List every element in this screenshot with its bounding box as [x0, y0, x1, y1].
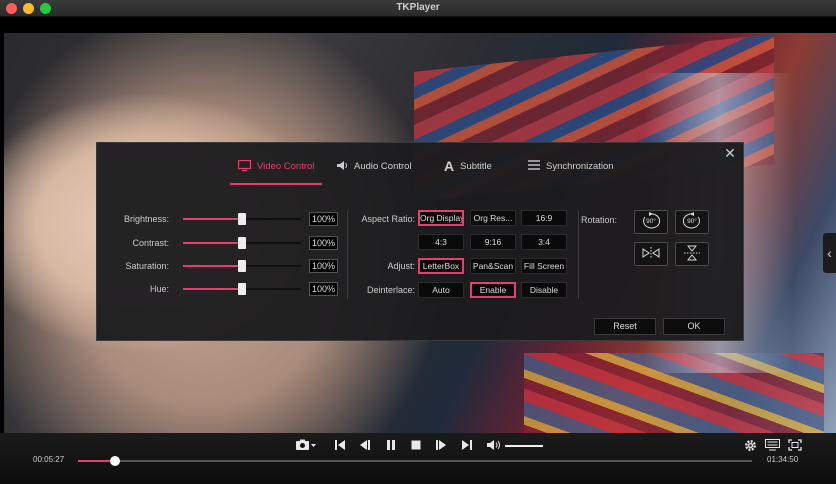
tab-label: Subtitle: [460, 161, 492, 172]
letterbox-band: [0, 17, 836, 33]
playlist-button[interactable]: [764, 439, 780, 453]
contrast-row: Contrast: 100%: [97, 236, 347, 250]
total-time: 01:34:50: [767, 455, 799, 464]
tab-audio-control[interactable]: Audio Control: [337, 161, 412, 185]
seek-bar[interactable]: [78, 456, 752, 466]
slider-fill: [183, 288, 242, 290]
step-forward-icon: [436, 440, 446, 450]
aspect-ratio-label: Aspect Ratio:: [361, 214, 415, 224]
skip-previous-icon: [335, 440, 345, 450]
brightness-label: Brightness:: [123, 214, 169, 224]
tab-synchronization[interactable]: Synchronization: [528, 160, 614, 185]
deinterlace-enable-button[interactable]: Enable: [470, 282, 516, 298]
stop-icon: [411, 440, 421, 450]
flip-vertical-icon: [684, 245, 700, 261]
settings-tabs: Video Control Audio Control A Subtitle S…: [97, 143, 743, 185]
slider-fill: [183, 242, 242, 244]
step-back-icon: [360, 440, 370, 450]
current-time: 00:05:27: [33, 455, 65, 464]
fullscreen-icon: [788, 439, 802, 451]
brightness-slider[interactable]: [183, 213, 301, 225]
camera-icon: [296, 439, 316, 450]
rotate-left-degrees: 90°: [646, 218, 656, 225]
gear-icon: [744, 440, 756, 451]
flip-horizontal-icon: [642, 247, 660, 260]
slider-handle[interactable]: [238, 260, 246, 272]
brightness-row: Brightness: 100%: [97, 212, 347, 226]
aspect-4-3-button[interactable]: 4:3: [418, 234, 464, 250]
volume-slider[interactable]: [505, 445, 543, 447]
aspect-9-16-button[interactable]: 9:16: [470, 234, 516, 250]
adjust-letterbox-button[interactable]: LetterBox: [418, 258, 464, 274]
tab-label: Video Control: [257, 161, 315, 172]
speaker-icon: [337, 160, 348, 173]
saturation-row: Saturation: 100%: [97, 259, 347, 273]
tab-label: Audio Control: [354, 161, 412, 172]
aspect-16-9-button[interactable]: 16:9: [521, 210, 567, 226]
screenshot-button[interactable]: [294, 439, 318, 453]
rotate-left-button[interactable]: 90°: [634, 210, 668, 234]
stop-button[interactable]: [409, 439, 423, 453]
aspect-org-display-button[interactable]: Org Display: [418, 210, 464, 226]
tab-label: Synchronization: [546, 161, 614, 172]
hue-row: Hue: 100%: [97, 282, 347, 296]
list-icon: [528, 160, 540, 172]
hue-label: Hue:: [149, 284, 169, 294]
seek-handle[interactable]: [110, 456, 121, 466]
aspect-3-4-button[interactable]: 3:4: [521, 234, 567, 250]
pause-icon: [387, 440, 395, 450]
section-divider: [578, 211, 579, 299]
fullscreen-button[interactable]: [787, 439, 803, 453]
ok-button[interactable]: OK: [663, 318, 725, 335]
side-panel-toggle[interactable]: ‹: [823, 233, 836, 273]
flip-horizontal-button[interactable]: [634, 242, 668, 266]
chevron-left-icon: ‹: [827, 245, 832, 261]
tab-subtitle[interactable]: A Subtitle: [444, 158, 492, 185]
volume-button[interactable]: [486, 439, 502, 453]
playlist-icon: [764, 439, 780, 451]
slider-fill: [183, 218, 242, 220]
slider-fill: [183, 265, 242, 267]
tab-video-control[interactable]: Video Control: [229, 159, 323, 185]
rotation-label: Rotation:: [581, 215, 618, 225]
slider-handle[interactable]: [238, 213, 246, 225]
step-back-button[interactable]: [358, 439, 372, 453]
section-divider: [347, 211, 348, 299]
deinterlace-auto-button[interactable]: Auto: [418, 282, 464, 298]
step-forward-button[interactable]: [434, 439, 448, 453]
saturation-value: 100%: [309, 259, 338, 273]
monitor-icon: [237, 159, 252, 173]
saturation-slider[interactable]: [183, 260, 301, 272]
adjust-label: Adjust:: [387, 261, 415, 271]
skip-next-button[interactable]: [460, 439, 474, 453]
deinterlace-disable-button[interactable]: Disable: [521, 282, 567, 298]
volume-icon: [486, 440, 500, 450]
contrast-slider[interactable]: [183, 237, 301, 249]
letter-a-icon: A: [444, 158, 455, 174]
skip-next-icon: [462, 440, 472, 450]
saturation-label: Saturation:: [125, 261, 169, 271]
title-bar: TKPlayer: [0, 0, 836, 17]
window-title: TKPlayer: [396, 2, 440, 13]
pause-button[interactable]: [384, 439, 398, 453]
brightness-value: 100%: [309, 212, 338, 226]
deinterlace-label: Deinterlace:: [366, 285, 415, 295]
adjust-pan-scan-button[interactable]: Pan&Scan: [470, 258, 516, 274]
contrast-label: Contrast:: [132, 238, 169, 248]
slider-handle[interactable]: [238, 237, 246, 249]
reset-button[interactable]: Reset: [594, 318, 656, 335]
rotate-right-degrees: 90°: [687, 218, 697, 225]
settings-button[interactable]: [743, 439, 757, 453]
playback-control-bar: 00:05:27 01:34:50: [0, 433, 836, 484]
video-settings-dialog: ✕ Video Control Audio Control A Subtitle…: [96, 142, 744, 341]
hue-slider[interactable]: [183, 283, 301, 295]
skip-previous-button[interactable]: [333, 439, 347, 453]
slider-handle[interactable]: [238, 283, 246, 295]
hue-value: 100%: [309, 282, 338, 296]
adjust-fill-screen-button[interactable]: Fill Screen: [521, 258, 567, 274]
rotate-right-button[interactable]: 90°: [675, 210, 709, 234]
flip-vertical-button[interactable]: [675, 242, 709, 266]
contrast-value: 100%: [309, 236, 338, 250]
aspect-org-res-button[interactable]: Org Res...: [470, 210, 516, 226]
